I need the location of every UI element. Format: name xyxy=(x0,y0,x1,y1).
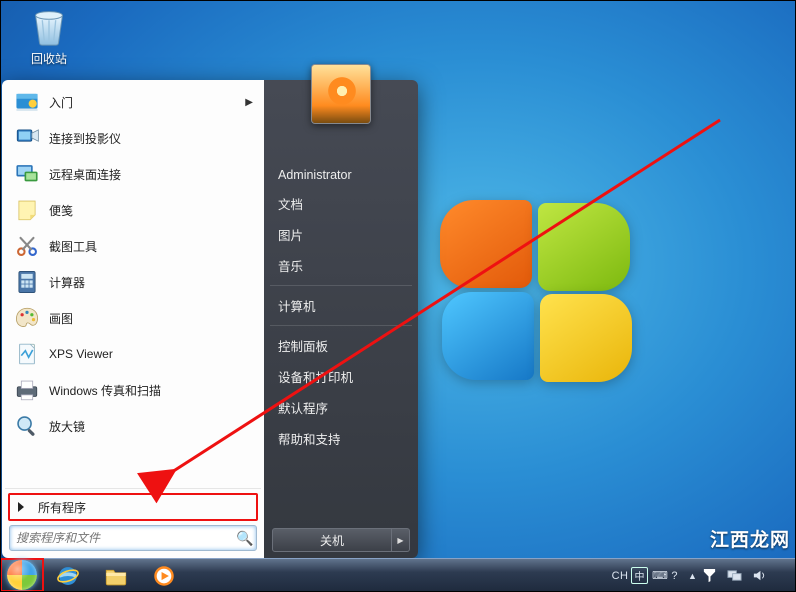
taskbar-pinned-media-player[interactable] xyxy=(140,559,188,592)
right-link-pictures[interactable]: 图片 xyxy=(264,219,418,250)
program-calculator[interactable]: 计算器 xyxy=(5,264,261,300)
program-label: 画图 xyxy=(49,310,73,327)
program-paint[interactable]: 画图 xyxy=(5,300,261,336)
program-label: 截图工具 xyxy=(49,238,97,255)
start-menu-right-pane: Administrator 文档 图片 音乐 计算机 控制面板 设备和打印机 默… xyxy=(264,80,418,558)
right-link-music[interactable]: 音乐 xyxy=(264,250,418,281)
recycle-bin-label: 回收站 xyxy=(18,50,80,67)
scissors-icon xyxy=(13,232,41,260)
program-label: 计算器 xyxy=(49,274,85,291)
program-label: 连接到投影仪 xyxy=(49,130,121,147)
fax-scan-icon xyxy=(13,376,41,404)
file-explorer-icon xyxy=(103,563,129,589)
right-link-devices-printers[interactable]: 设备和打印机 xyxy=(264,361,418,392)
program-list: 入门 ▶ 连接到投影仪 远程桌面连接 便笺 截图工具 计算器 xyxy=(5,84,261,488)
getting-started-icon xyxy=(13,88,41,116)
taskbar-clock[interactable] xyxy=(772,559,784,592)
user-name-link[interactable]: Administrator xyxy=(264,162,418,188)
program-label: 放大镜 xyxy=(49,418,85,435)
volume-icon[interactable] xyxy=(747,559,772,592)
language-indicator[interactable]: CH 中 ⌨ ? xyxy=(607,559,683,592)
program-xps-viewer[interactable]: XPS Viewer xyxy=(5,336,261,372)
separator xyxy=(270,285,412,286)
windows-orb-icon xyxy=(7,560,37,590)
taskbar: CH 中 ⌨ ? ▲ xyxy=(0,558,796,592)
start-button[interactable] xyxy=(0,558,44,592)
sticky-notes-icon xyxy=(13,196,41,224)
submenu-arrow-icon: ▶ xyxy=(245,97,253,108)
taskbar-pinned-file-explorer[interactable] xyxy=(92,559,140,592)
keyboard-icon: ⌨ xyxy=(652,569,668,582)
start-menu-search-box[interactable]: 🔍 xyxy=(9,525,257,551)
start-menu: 入门 ▶ 连接到投影仪 远程桌面连接 便笺 截图工具 计算器 xyxy=(2,80,418,558)
program-magnifier[interactable]: 放大镜 xyxy=(5,408,261,444)
network-icon[interactable] xyxy=(722,559,747,592)
program-remote-desktop[interactable]: 远程桌面连接 xyxy=(5,156,261,192)
shutdown-row: 关机 ▶ xyxy=(272,528,410,552)
internet-explorer-icon xyxy=(55,563,81,589)
projector-icon xyxy=(13,124,41,152)
program-sticky-notes[interactable]: 便笺 xyxy=(5,192,261,228)
right-link-help-support[interactable]: 帮助和支持 xyxy=(264,423,418,454)
program-label: Windows 传真和扫描 xyxy=(49,382,161,399)
lang-primary: CH xyxy=(612,570,629,582)
program-label: 入门 xyxy=(49,94,73,111)
program-connect-projector[interactable]: 连接到投影仪 xyxy=(5,120,261,156)
search-icon: 🔍 xyxy=(234,530,256,547)
program-getting-started[interactable]: 入门 ▶ xyxy=(5,84,261,120)
action-center-icon[interactable] xyxy=(697,559,722,592)
shutdown-options-button[interactable]: ▶ xyxy=(392,528,410,552)
tray-overflow-button[interactable]: ▲ xyxy=(683,559,697,592)
start-menu-left-pane: 入门 ▶ 连接到投影仪 远程桌面连接 便笺 截图工具 计算器 xyxy=(2,80,264,558)
recycle-bin-icon xyxy=(26,2,72,48)
paint-icon xyxy=(13,304,41,332)
separator xyxy=(270,325,412,326)
calculator-icon xyxy=(13,268,41,296)
program-label: 便笺 xyxy=(49,202,73,219)
program-snipping-tool[interactable]: 截图工具 xyxy=(5,228,261,264)
watermark-text: 江西龙网 xyxy=(710,525,790,552)
right-link-control-panel[interactable]: 控制面板 xyxy=(264,330,418,361)
user-picture[interactable] xyxy=(311,64,371,124)
all-programs-label: 所有程序 xyxy=(38,499,86,516)
all-programs-row: 所有程序 xyxy=(5,488,261,525)
lang-badge: 中 xyxy=(631,567,648,584)
all-programs-button[interactable]: 所有程序 xyxy=(8,493,258,521)
recycle-bin-desktop-icon[interactable]: 回收站 xyxy=(18,2,80,67)
media-player-icon xyxy=(151,563,177,589)
magnifier-icon xyxy=(13,412,41,440)
system-tray: CH 中 ⌨ ? ▲ xyxy=(607,559,796,592)
shutdown-label: 关机 xyxy=(320,532,344,549)
xps-viewer-icon xyxy=(13,340,41,368)
search-input[interactable] xyxy=(10,531,234,545)
program-fax-scan[interactable]: Windows 传真和扫描 xyxy=(5,372,261,408)
right-link-computer[interactable]: 计算机 xyxy=(264,290,418,321)
right-link-default-programs[interactable]: 默认程序 xyxy=(264,392,418,423)
triangle-right-icon xyxy=(18,502,24,512)
program-label: 远程桌面连接 xyxy=(49,166,121,183)
shutdown-button[interactable]: 关机 xyxy=(272,528,392,552)
remote-desktop-icon xyxy=(13,160,41,188)
help-icon: ? xyxy=(671,570,678,582)
windows-logo-background xyxy=(440,200,640,370)
taskbar-pinned-internet-explorer[interactable] xyxy=(44,559,92,592)
program-label: XPS Viewer xyxy=(49,347,113,361)
right-link-documents[interactable]: 文档 xyxy=(264,188,418,219)
